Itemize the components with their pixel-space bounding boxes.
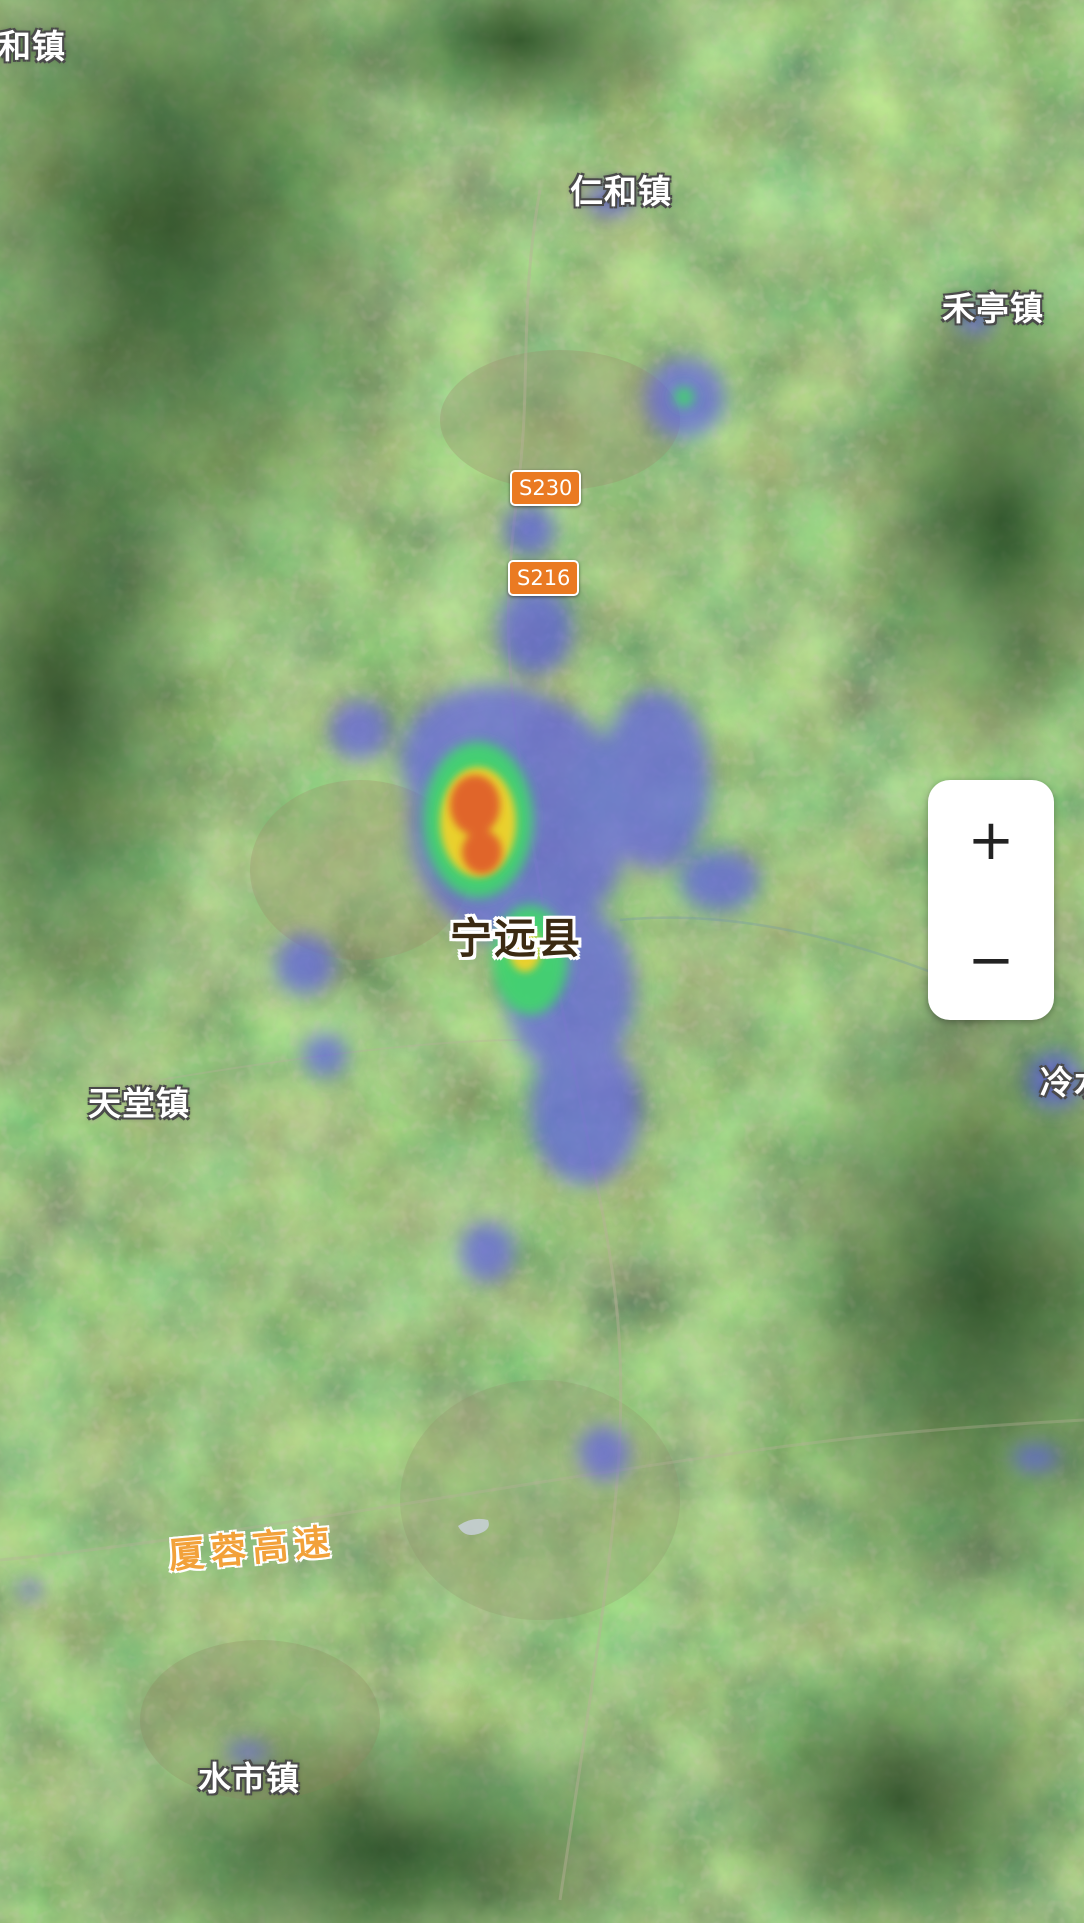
place-label-renhe: 仁和镇 — [570, 172, 672, 211]
zoom-control: + − — [928, 780, 1054, 1020]
road-badge-s230: S230 — [510, 470, 582, 506]
minus-icon: − — [967, 927, 1015, 993]
place-label-tiantang: 天堂镇 — [88, 1084, 190, 1123]
map-view[interactable]: 和镇 仁和镇 禾亭镇 天堂镇 水市镇 冷水 宁远县 S230 S216 厦蓉高速… — [0, 0, 1084, 1923]
place-label-shuishi: 水市镇 — [198, 1759, 300, 1798]
road-badge-s216: S216 — [508, 560, 580, 596]
zoom-in-button[interactable]: + — [928, 780, 1054, 900]
county-label-ningyuan: 宁远县 — [450, 914, 583, 963]
place-label-hehe: 和镇 — [0, 27, 66, 66]
plus-icon: + — [967, 807, 1015, 873]
place-label-heting: 禾亭镇 — [942, 289, 1044, 328]
zoom-out-button[interactable]: − — [928, 900, 1054, 1020]
place-label-leng: 冷水 — [1040, 1063, 1084, 1102]
